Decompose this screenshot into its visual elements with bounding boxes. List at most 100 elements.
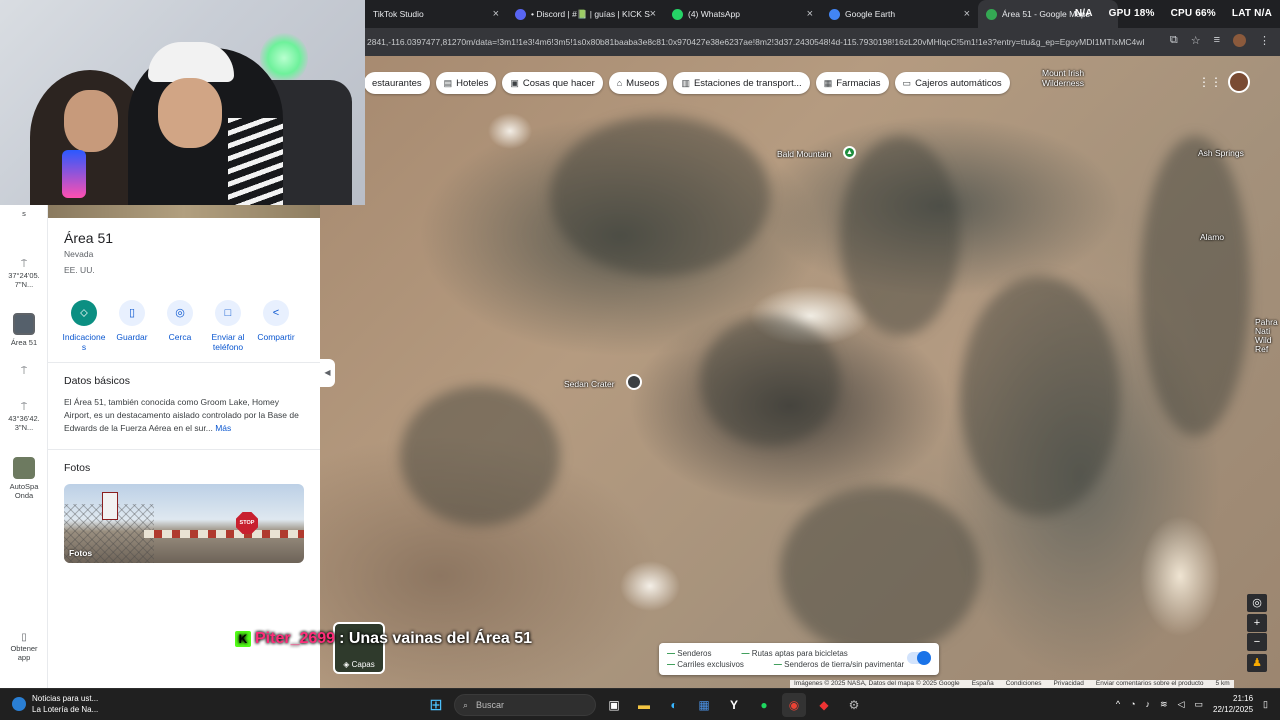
tab-whatsapp[interactable]: (4) WhatsApp × — [664, 0, 821, 28]
rail-item-area51[interactable]: Área 51 — [0, 313, 48, 347]
basics-heading: Datos básicos — [64, 375, 130, 387]
clock[interactable]: 21:16 22/12/2025 — [1213, 693, 1253, 715]
news-widget[interactable]: Noticias para ust... La Lotería de Na... — [12, 693, 98, 715]
chip-cosas-que-hacer[interactable]: ▣ Cosas que hacer — [502, 72, 603, 94]
place-country: EE. UU. — [64, 265, 95, 275]
notifications-icon[interactable]: ▯ — [1263, 699, 1268, 710]
rail-item-pin[interactable]: ⍑ — [0, 367, 48, 378]
satellite-map[interactable]: estaurantes ▤ Hoteles ▣ Cosas que hacer ⌂ M… — [320, 56, 1280, 688]
battery-icon[interactable]: ▭ — [1194, 699, 1203, 710]
chip-cajeros[interactable]: ▭ Cajeros automáticos — [894, 72, 1010, 94]
bike-trail-legend: Senderos Rutas aptas para bicicletas Carr… — [659, 643, 939, 675]
chevron-left-icon: ◀ — [324, 368, 331, 377]
nearby-icon: ◎ — [167, 300, 193, 326]
chrome-icon[interactable]: ◉ — [782, 693, 806, 717]
account-avatar[interactable] — [1228, 71, 1250, 93]
profile-avatar[interactable] — [1233, 34, 1246, 47]
browser-tab-bar: TikTok Studio × • Discord | #📗 | guías |… — [365, 0, 1280, 28]
label-sedan-crater[interactable]: Sedan Crater — [564, 379, 615, 389]
url-text[interactable]: 2841,-116.0397477,81270m/data=!3m1!1e3!4… — [365, 37, 1145, 47]
place-marker-icon[interactable] — [626, 374, 642, 390]
pegman-icon[interactable]: ♟ — [1247, 654, 1267, 672]
map-attribution: Imágenes © 2025 NASA, Datos del mapa © 2… — [790, 680, 1234, 688]
settings-gear-icon[interactable]: ⚙ — [842, 693, 866, 717]
close-icon[interactable]: × — [807, 8, 813, 20]
place-title: Área 51 — [64, 230, 114, 246]
legend-senderos: Senderos — [667, 648, 711, 659]
chevron-up-icon[interactable]: ^ — [1116, 699, 1120, 709]
install-app-icon[interactable]: ⧉ — [1170, 34, 1178, 47]
wifi-icon[interactable]: ≋ — [1160, 699, 1168, 710]
chip-hoteles[interactable]: ▤ Hoteles — [435, 72, 497, 94]
webcam-overlay — [0, 0, 365, 205]
more-link[interactable]: Más — [215, 423, 231, 433]
windows-start-icon[interactable]: ⊞ — [424, 693, 448, 717]
store-icon[interactable]: ▦ — [692, 693, 716, 717]
close-icon[interactable]: × — [964, 8, 970, 20]
scale-bar[interactable]: 5 km — [1216, 680, 1230, 688]
address-bar[interactable]: 2841,-116.0397477,81270m/data=!3m1!1e3!4… — [365, 28, 1280, 56]
close-icon[interactable]: × — [493, 8, 499, 20]
privacy-link[interactable]: Privacidad — [1054, 680, 1084, 688]
tab-discord[interactable]: • Discord | #📗 | guías | KICK S × — [507, 0, 664, 28]
google-earth-icon — [829, 8, 840, 20]
chip-estaciones-transporte[interactable]: ▥ Estaciones de transport... — [673, 72, 810, 94]
network-icon[interactable]: ◔ — [1130, 699, 1135, 709]
feedback-link[interactable]: Enviar comentarios sobre el producto — [1096, 680, 1204, 688]
rail-item-top[interactable]: s — [0, 209, 48, 218]
get-app-button[interactable]: ▯ Obtener app — [0, 633, 48, 663]
maps-left-rail: s ⍑ 37°24'05. 7"N... Área 51 ⍑ ⍑ 43°36'42.… — [0, 205, 48, 688]
tab-google-earth[interactable]: Google Earth × — [821, 0, 978, 28]
edge-icon[interactable]: ◐ — [662, 693, 686, 717]
send-to-phone-button[interactable]: □ Enviar al teléfono — [204, 300, 252, 352]
zoom-in-button[interactable]: + — [1247, 614, 1267, 632]
file-explorer-icon[interactable]: ▬ — [632, 693, 656, 717]
directions-button[interactable]: ⬦ Indicacione s — [60, 300, 108, 352]
app-icon[interactable]: ◆ — [812, 693, 836, 717]
legend-carriles: Carriles exclusivos — [667, 659, 744, 670]
close-icon[interactable]: × — [650, 8, 656, 20]
rail-item-autospa[interactable]: AutoSpa Onda — [0, 457, 48, 500]
legend-toggle[interactable] — [907, 651, 931, 665]
save-button[interactable]: ▯ Guardar — [108, 300, 156, 352]
taskbar-search[interactable]: ⌕ Buscar — [454, 694, 596, 716]
volume-icon[interactable]: ◁ — [1178, 699, 1185, 710]
apps-grid-icon[interactable]: ⋮⋮ — [1198, 75, 1222, 89]
task-view-icon[interactable]: ▣ — [602, 693, 626, 717]
tab-search-icon[interactable]: ≡ — [1214, 34, 1220, 47]
terms-link[interactable]: Condiciones — [1006, 680, 1042, 688]
chip-museos[interactable]: ⌂ Museos — [608, 72, 668, 94]
lang-link[interactable]: España — [972, 680, 994, 688]
search-icon: ⌕ — [463, 699, 469, 710]
collapse-panel-button[interactable]: ◀ — [320, 359, 335, 387]
photo-thumbnail[interactable]: STOP Fotos — [64, 484, 304, 563]
hero-image[interactable] — [48, 205, 320, 218]
yahoo-icon[interactable]: Y — [722, 693, 746, 717]
rail-item-coords-1[interactable]: ⍑ 37°24'05. 7"N... — [0, 259, 48, 290]
mic-icon[interactable]: ♪ — [1146, 699, 1151, 709]
zoom-out-button[interactable]: − — [1247, 633, 1267, 651]
tab-title: • Discord | #📗 | guías | KICK S — [531, 8, 650, 19]
label-bald-mountain[interactable]: Bald Mountain — [777, 149, 831, 159]
label-pahranagat[interactable]: Pahra Nati Wild Ref — [1255, 318, 1278, 354]
my-location-icon[interactable]: ◎ — [1247, 594, 1267, 612]
nearby-button[interactable]: ◎ Cerca — [156, 300, 204, 352]
label-alamo[interactable]: Alamo — [1200, 232, 1224, 242]
tab-tiktok-studio[interactable]: TikTok Studio × — [365, 0, 507, 28]
spotify-icon[interactable]: ● — [752, 693, 776, 717]
photo-caption: Fotos — [69, 548, 93, 558]
share-button[interactable]: < Compartir — [252, 300, 300, 352]
bookmark-star-icon[interactable]: ☆ — [1191, 34, 1201, 47]
pharmacy-icon: ▦ — [823, 77, 833, 88]
pin-icon: ⍑ — [21, 259, 27, 270]
chip-restaurantes[interactable]: estaurantes — [364, 72, 430, 94]
label-mount-irish[interactable]: Mount Irish Wilderness — [1042, 68, 1084, 88]
chip-farmacias[interactable]: ▦ Farmacias — [815, 72, 889, 94]
rail-item-coords-2[interactable]: ⍑ 43°36'42. 3"N... — [0, 403, 48, 433]
label-ash-springs[interactable]: Ash Springs — [1198, 148, 1244, 158]
peak-marker-icon[interactable]: ▲ — [843, 146, 856, 159]
discord-icon — [515, 8, 526, 20]
fps-readout: N/A — [1074, 8, 1093, 19]
pin-icon: ⍑ — [21, 366, 27, 377]
kebab-menu-icon[interactable]: ⋮ — [1259, 34, 1270, 47]
